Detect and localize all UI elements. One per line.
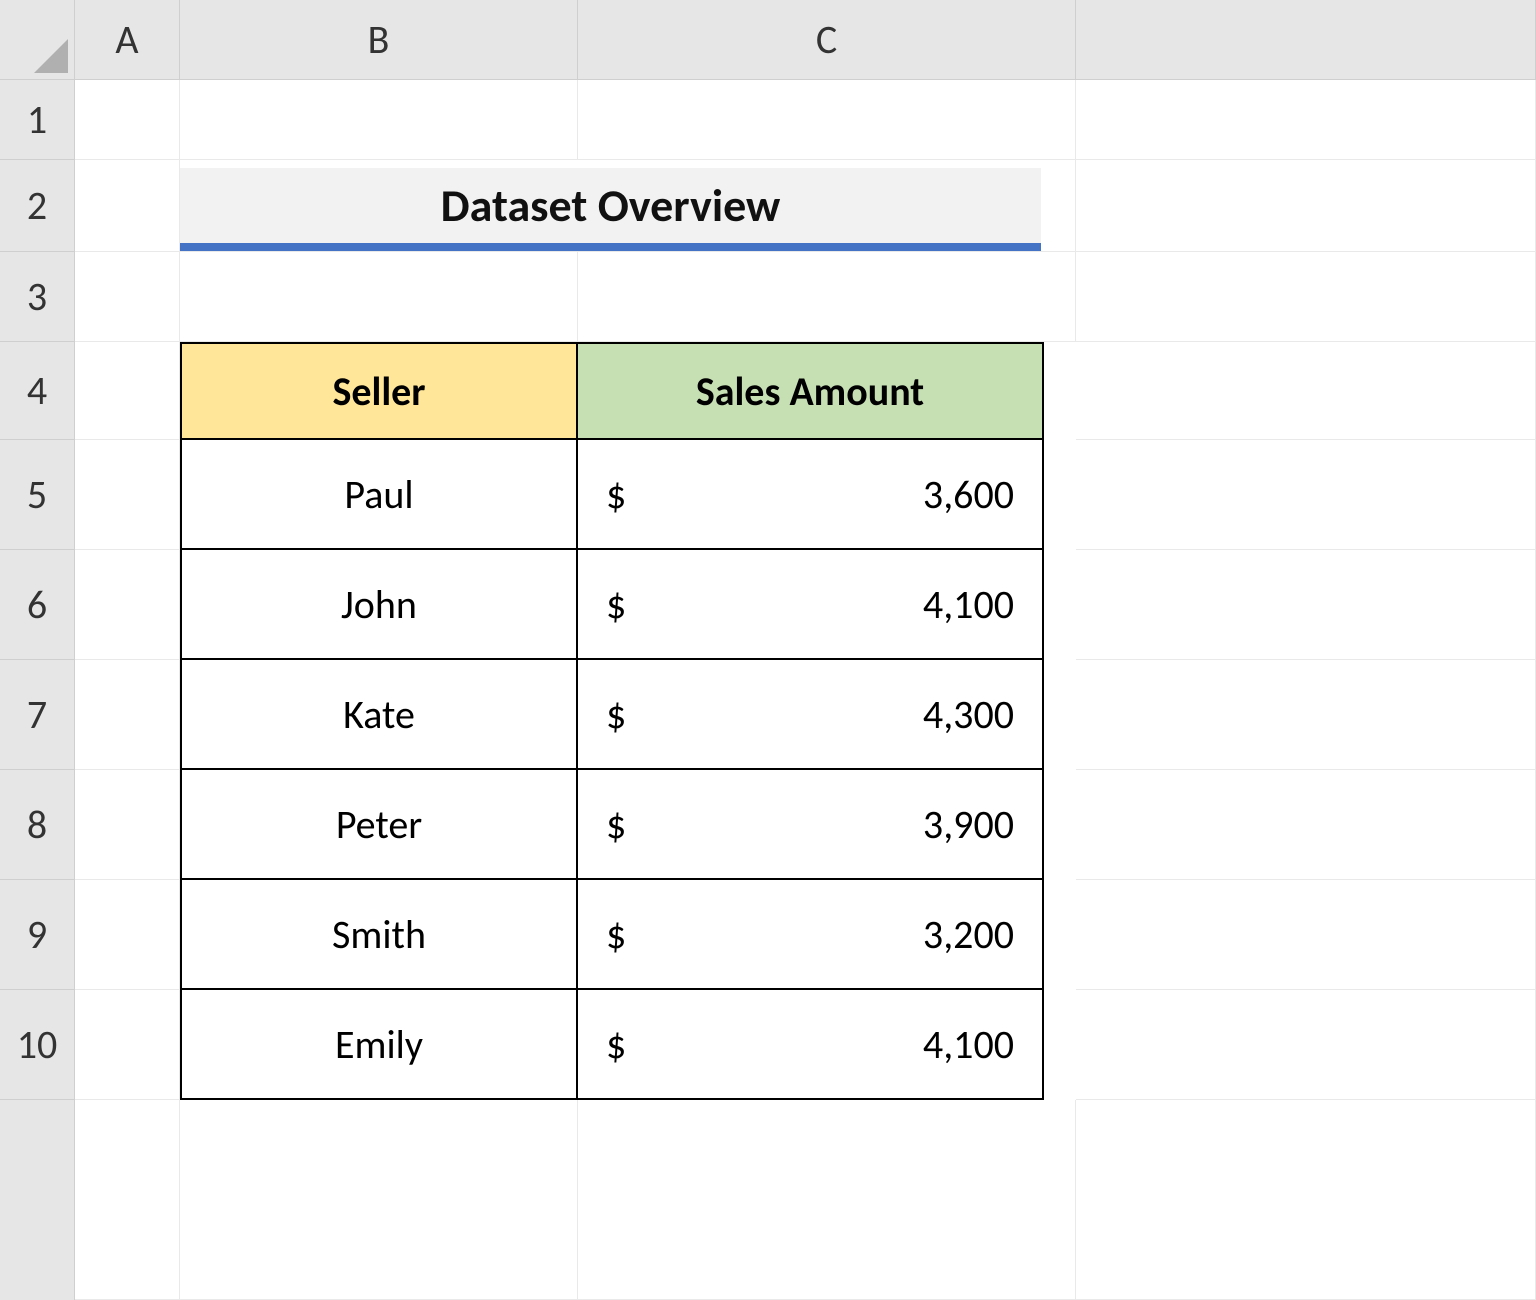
amount-value: 3,900 xyxy=(923,800,1014,849)
table-row[interactable]: $3,200 xyxy=(578,880,1044,990)
amount-value: 3,600 xyxy=(923,470,1014,519)
spreadsheet-grid: A B C 1 2 Dataset Overview 3 4 Seller Sa… xyxy=(0,0,1536,1300)
amount-value: 4,100 xyxy=(923,580,1014,629)
cell-A1[interactable] xyxy=(75,80,180,160)
row-header-4[interactable]: 4 xyxy=(0,342,75,440)
table-row[interactable]: Kate xyxy=(180,660,578,770)
page-title: Dataset Overview xyxy=(180,168,1041,251)
column-label: B xyxy=(368,15,390,64)
table-row[interactable]: Smith xyxy=(180,880,578,990)
row-header-10[interactable]: 10 xyxy=(0,990,75,1100)
column-label: A xyxy=(115,15,138,64)
title-text: Dataset Overview xyxy=(441,178,781,234)
row-header-8[interactable]: 8 xyxy=(0,770,75,880)
amount-value: 4,300 xyxy=(923,690,1014,739)
cell-A2[interactable] xyxy=(75,160,180,252)
cell-C-blank[interactable] xyxy=(578,1100,1076,1300)
column-header-A[interactable]: A xyxy=(75,0,180,80)
row-header-6[interactable]: 6 xyxy=(0,550,75,660)
seller-name: Paul xyxy=(344,470,413,519)
row-header-2[interactable]: 2 xyxy=(0,160,75,252)
cell-A7[interactable] xyxy=(75,660,180,770)
table-row[interactable]: $4,100 xyxy=(578,550,1044,660)
cell-A6[interactable] xyxy=(75,550,180,660)
currency-symbol: $ xyxy=(606,1020,626,1069)
row-label: 8 xyxy=(27,800,47,849)
column-header-blank[interactable] xyxy=(1076,0,1536,80)
cell-A8[interactable] xyxy=(75,770,180,880)
seller-name: Smith xyxy=(332,910,426,959)
currency-symbol: $ xyxy=(606,690,626,739)
column-label: C xyxy=(816,15,837,64)
header-label: Sales Amount xyxy=(696,367,924,416)
cell-D10[interactable] xyxy=(1076,990,1536,1100)
table-row[interactable]: Emily xyxy=(180,990,578,1100)
cell-A-blank[interactable] xyxy=(75,1100,180,1300)
cell-D-blank[interactable] xyxy=(1076,1100,1536,1300)
row-label: 2 xyxy=(27,181,47,230)
cell-C3[interactable] xyxy=(578,252,1076,342)
column-header-B[interactable]: B xyxy=(180,0,578,80)
amount-value: 4,100 xyxy=(923,1020,1014,1069)
select-all-corner[interactable] xyxy=(0,0,75,80)
cell-B1[interactable] xyxy=(180,80,578,160)
header-label: Seller xyxy=(332,367,425,416)
cell-B3[interactable] xyxy=(180,252,578,342)
row-header-7[interactable]: 7 xyxy=(0,660,75,770)
table-row[interactable]: $4,300 xyxy=(578,660,1044,770)
currency-symbol: $ xyxy=(606,580,626,629)
cell-A3[interactable] xyxy=(75,252,180,342)
row-label: 4 xyxy=(27,366,47,415)
seller-name: John xyxy=(341,580,417,629)
cell-A9[interactable] xyxy=(75,880,180,990)
row-label: 10 xyxy=(17,1020,58,1069)
cell-A5[interactable] xyxy=(75,440,180,550)
table-header-amount[interactable]: Sales Amount xyxy=(578,342,1044,440)
cell-D6[interactable] xyxy=(1076,550,1536,660)
table-row[interactable]: John xyxy=(180,550,578,660)
cell-A10[interactable] xyxy=(75,990,180,1100)
table-row[interactable]: Paul xyxy=(180,440,578,550)
row-header-9[interactable]: 9 xyxy=(0,880,75,990)
table-row[interactable]: $3,900 xyxy=(578,770,1044,880)
row-label: 9 xyxy=(27,910,47,959)
row-header-blank[interactable] xyxy=(0,1100,75,1300)
amount-value: 3,200 xyxy=(923,910,1014,959)
row-label: 1 xyxy=(27,95,47,144)
seller-name: Kate xyxy=(343,690,415,739)
currency-symbol: $ xyxy=(606,470,626,519)
row-header-1[interactable]: 1 xyxy=(0,80,75,160)
cell-C1[interactable] xyxy=(578,80,1076,160)
cell-D1[interactable] xyxy=(1076,80,1536,160)
row-header-3[interactable]: 3 xyxy=(0,252,75,342)
table-header-seller[interactable]: Seller xyxy=(180,342,578,440)
column-header-C[interactable]: C xyxy=(578,0,1076,80)
seller-name: Emily xyxy=(335,1020,423,1069)
cell-D4[interactable] xyxy=(1076,342,1536,440)
cell-A4[interactable] xyxy=(75,342,180,440)
cell-D9[interactable] xyxy=(1076,880,1536,990)
currency-symbol: $ xyxy=(606,800,626,849)
cell-D3[interactable] xyxy=(1076,252,1536,342)
data-table-area: Seller Sales Amount Paul $3,600 John $4,… xyxy=(180,342,1076,440)
cell-D2[interactable] xyxy=(1076,160,1536,252)
seller-name: Peter xyxy=(336,800,422,849)
cell-D5[interactable] xyxy=(1076,440,1536,550)
row-header-5[interactable]: 5 xyxy=(0,440,75,550)
cell-B-blank[interactable] xyxy=(180,1100,578,1300)
table-row[interactable]: $4,100 xyxy=(578,990,1044,1100)
table-row[interactable]: $3,600 xyxy=(578,440,1044,550)
row-label: 3 xyxy=(27,272,47,321)
cell-D7[interactable] xyxy=(1076,660,1536,770)
cell-B2C2-merged[interactable]: Dataset Overview xyxy=(180,160,1076,252)
cell-D8[interactable] xyxy=(1076,770,1536,880)
row-label: 5 xyxy=(27,470,47,519)
currency-symbol: $ xyxy=(606,910,626,959)
table-row[interactable]: Peter xyxy=(180,770,578,880)
row-label: 7 xyxy=(27,690,47,739)
row-label: 6 xyxy=(27,580,47,629)
